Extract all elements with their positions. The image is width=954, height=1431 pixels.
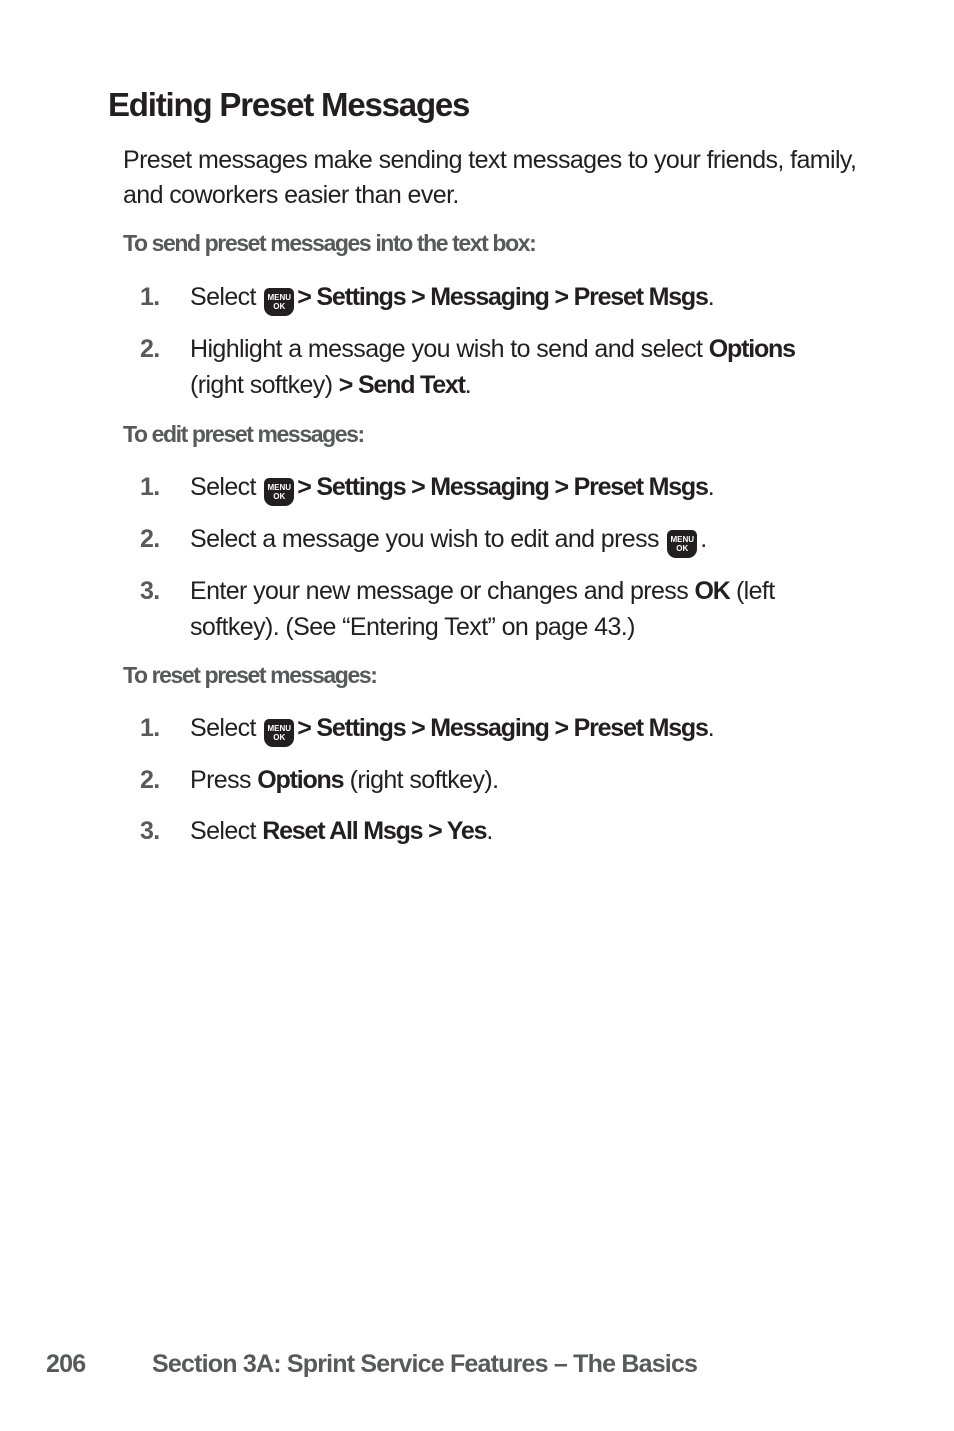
step-number: 2.	[140, 335, 160, 363]
menu-path: > Settings > Messaging > Preset Msgs	[297, 283, 709, 311]
step-text: Select	[190, 817, 256, 845]
subhead-send: To send preset messages into the text bo…	[123, 230, 537, 256]
step: 2. Select a message you wish to edit and…	[140, 521, 870, 558]
page-title: Editing Preset Messages	[108, 86, 470, 123]
step: 3. Select Reset All Msgs > Yes.	[140, 813, 870, 849]
step-text: Select	[190, 283, 256, 311]
step-number: 2.	[140, 766, 160, 794]
menu-path: > Settings > Messaging > Preset Msgs	[297, 473, 709, 501]
step-text: Select a message you wish to edit and pr…	[190, 525, 660, 553]
menu-ok-key-icon: MENU OK	[264, 478, 295, 506]
step-number: 1.	[140, 473, 160, 501]
step-number: 3.	[140, 577, 160, 605]
menu-ok-key-icon: MENU OK	[264, 288, 295, 316]
step: 2. Press Options (right softkey).	[140, 762, 870, 798]
step-text: Select	[190, 714, 256, 742]
step-text: Select	[190, 473, 256, 501]
subhead-reset: To reset preset messages:	[123, 662, 378, 688]
menu-ok-key-icon: MENU OK	[264, 719, 295, 747]
step-number: 1.	[140, 283, 160, 311]
step: 1. Select MENU OK > Settings > Messaging >…	[140, 279, 870, 316]
subhead-edit: To edit preset messages:	[123, 421, 365, 447]
step: 1. Select MENU OK > Settings > Messaging >…	[140, 710, 870, 747]
step-text: Highlight a message you wish to send and…	[190, 335, 703, 363]
step: 3. Enter your new message or changes and…	[140, 573, 870, 645]
section-title: Section 3A: Sprint Service Features – Th…	[152, 1350, 698, 1378]
step-number: 1.	[140, 714, 160, 742]
softkey-label: OK	[694, 577, 730, 605]
menu-path: > Send Text	[338, 371, 466, 399]
menu-path: Reset All Msgs > Yes	[262, 817, 487, 845]
step-number: 2.	[140, 525, 160, 553]
steps-reset: 1. Select MENU OK > Settings > Messaging >…	[140, 710, 870, 849]
softkey-label: Options	[708, 335, 796, 363]
steps-send: 1. Select MENU OK > Settings > Messaging >…	[140, 279, 870, 403]
step-number: 3.	[140, 817, 160, 845]
step: 2. Highlight a message you wish to send …	[140, 331, 870, 403]
step-text: Press	[190, 766, 252, 794]
steps-edit: 1. Select MENU OK > Settings > Messaging >…	[140, 469, 870, 645]
page-number: 206	[46, 1350, 86, 1378]
menu-ok-key-icon: MENU OK	[667, 530, 698, 558]
intro-paragraph: Preset messages make sending text messag…	[123, 146, 857, 209]
step: 1. Select MENU OK > Settings > Messaging >…	[140, 469, 870, 506]
softkey-label: Options	[257, 766, 344, 794]
step-text: Enter your new message or changes and pr…	[190, 577, 689, 605]
menu-path: > Settings > Messaging > Preset Msgs	[297, 714, 709, 742]
